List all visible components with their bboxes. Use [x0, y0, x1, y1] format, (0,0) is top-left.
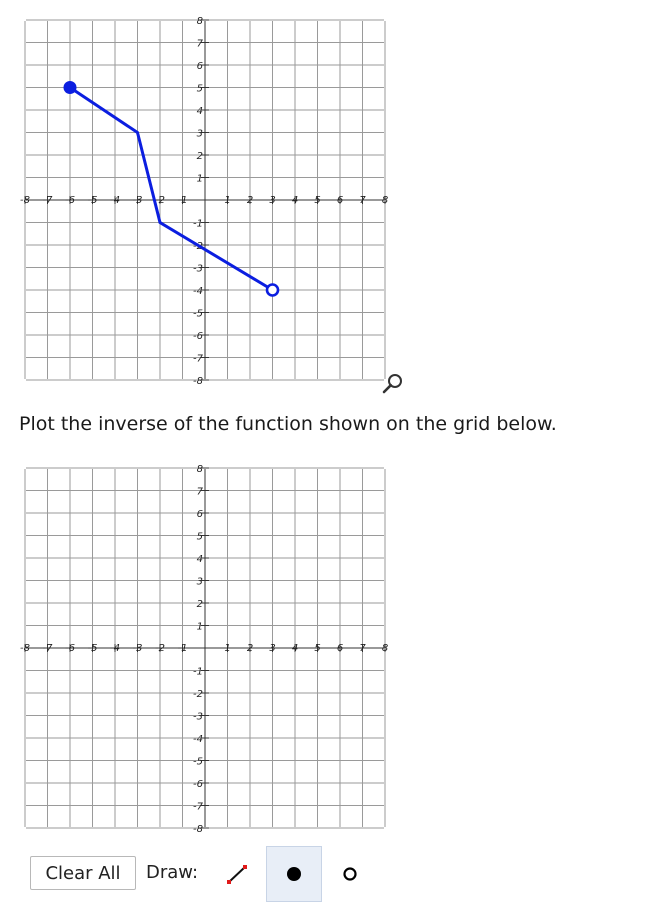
function-graph: -8 -7 -6 -5 -4 -3 -2 -1 1 2 3 4 5 6 7 8 8 7 6 5 4 3 2 1 -1 -2 -3 -4…	[15, 10, 402, 394]
x-tick-label: 7	[359, 643, 366, 654]
y-tick-label: -8	[193, 824, 203, 835]
x-tick-label: -8	[20, 195, 30, 206]
y-tick-label: 5	[197, 532, 203, 543]
x-tick-label: 7	[359, 195, 366, 206]
x-tick-label: 6	[337, 643, 343, 654]
y-tick-label: 1	[197, 174, 203, 185]
y-tick-label: 3	[197, 129, 203, 140]
x-tick-label: -2	[155, 643, 165, 654]
x-tick-label: 8	[382, 643, 388, 654]
y-tick-label: 8	[197, 16, 203, 27]
y-tick-label: 6	[197, 61, 203, 72]
x-tick-label: 2	[247, 643, 253, 654]
y-tick-label: 6	[197, 509, 203, 520]
x-tick-label: 5	[314, 643, 320, 654]
x-tick-label: 6	[337, 195, 343, 206]
x-tick-label: 3	[269, 195, 275, 206]
x-tick-label: -7	[43, 195, 54, 206]
x-tick-label: -4	[110, 195, 120, 206]
y-tick-label: -6	[193, 331, 203, 342]
y-tick-label: -5	[193, 309, 203, 320]
x-tick-label: 5	[314, 195, 320, 206]
x-tick-label: 1	[224, 643, 230, 654]
x-tick-label: 3	[269, 643, 275, 654]
y-tick-label: 5	[197, 84, 203, 95]
y-tick-label: 2	[197, 599, 203, 610]
y-tick-label: 7	[197, 487, 204, 498]
x-tick-label: 8	[382, 195, 388, 206]
y-tick-label: -4	[193, 734, 203, 745]
open-dot-tool-button[interactable]	[322, 846, 378, 902]
y-tick-label: -1	[193, 219, 203, 230]
function-graph-canvas: -8 -7 -6 -5 -4 -3 -2 -1 1 2 3 4 5 6 7 887654321-1-2-3-4…	[20, 16, 388, 387]
x-tick-label: 4	[292, 195, 298, 206]
y-tick-label: 1	[197, 622, 203, 633]
y-tick-label: 4	[197, 106, 203, 117]
question-prompt: Plot the inverse of the function shown o…	[19, 413, 557, 435]
y-tick-label: -6	[193, 779, 203, 790]
x-tick-label: -3	[133, 195, 143, 206]
open-dot-icon	[343, 867, 357, 881]
x-tick-label: -4	[110, 643, 120, 654]
y-tick-label: -2	[193, 689, 203, 700]
x-tick-label: 4	[292, 643, 298, 654]
clear-all-button[interactable]: Clear All	[30, 856, 136, 890]
answer-graph-canvas[interactable]: -8 -7 -6 -5 -4 -3 -2 -1 1 2 3 4 5 6 7 8 8 7 6 5 4 3 2 1 -1 -2 -3 -4…	[15, 458, 395, 838]
y-tick-label: -7	[193, 354, 204, 365]
y-tick-label: -8	[193, 376, 203, 387]
open-endpoint	[265, 283, 280, 297]
x-tick-label: -7	[43, 643, 54, 654]
function-line	[69, 86, 274, 292]
y-tick-label: -1	[193, 667, 203, 678]
y-tick-label: 4	[197, 554, 203, 565]
closed-dot-tool-button[interactable]	[266, 846, 322, 902]
x-tick-label: -5	[88, 643, 98, 654]
x-tick-label: -5	[88, 195, 98, 206]
x-tick-label: -1	[178, 643, 188, 654]
y-tick-label: -5	[193, 757, 203, 768]
x-tick-label: -8	[20, 643, 30, 654]
answer-graph[interactable]: -8 -7 -6 -5 -4 -3 -2 -1 1 2 3 4 5 6 7 8 8 7 6 5 4 3 2 1 -1 -2 -3 -4…	[15, 458, 395, 838]
y-tick-label: -3	[193, 264, 203, 275]
y-tick-label: -3	[193, 712, 203, 723]
closed-dot-icon	[287, 867, 301, 881]
closed-endpoint	[63, 81, 77, 94]
x-tick-label: 1	[224, 195, 230, 206]
y-tick-label: 3	[197, 577, 203, 588]
x-tick-label: -6	[65, 195, 75, 206]
x-tick-label: -6	[65, 643, 75, 654]
y-tick-label: -4	[193, 286, 203, 297]
x-tick-label: -1	[178, 195, 188, 206]
line-segment-icon	[227, 865, 247, 884]
draw-label: Draw:	[146, 862, 199, 883]
line-segment-tool-button[interactable]	[210, 846, 266, 902]
magnifier-icon[interactable]	[381, 372, 405, 396]
y-tick-label: 8	[197, 464, 203, 475]
x-tick-label: -3	[133, 643, 143, 654]
y-tick-label: 7	[197, 39, 204, 50]
y-tick-label: -7	[193, 802, 204, 813]
x-tick-label: 2	[247, 195, 253, 206]
y-tick-label: 2	[197, 151, 203, 162]
